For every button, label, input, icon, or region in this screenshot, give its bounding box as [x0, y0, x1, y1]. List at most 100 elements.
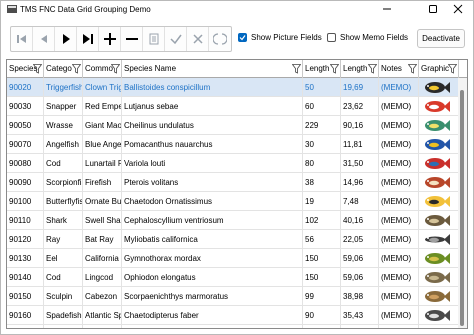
last-record-button[interactable] [77, 27, 100, 51]
table-cell[interactable]: Blue Angel [83, 135, 122, 154]
table-cell[interactable]: Chaetodon Ornatissimus [122, 192, 303, 211]
refresh-button[interactable] [209, 27, 231, 51]
table-row[interactable]: 90090 Scorpionfis Firefish Pterois volitans… [7, 173, 459, 192]
table-cell[interactable]: California M [83, 249, 122, 268]
table-cell[interactable]: 59,06 [341, 268, 379, 287]
column-header[interactable]: Commo [83, 60, 122, 78]
graphic-cell[interactable] [419, 287, 459, 306]
graphic-cell[interactable] [419, 230, 459, 249]
filter-icon[interactable] [33, 64, 42, 74]
table-cell[interactable]: Butterflyfis [44, 192, 83, 211]
table-cell[interactable]: 90100 [7, 192, 44, 211]
table-cell[interactable]: 90050 [7, 116, 44, 135]
table-row[interactable]: 90170SharkNurse SharGinglymostoma cirrat… [7, 325, 459, 328]
table-cell[interactable]: 90150 [7, 287, 44, 306]
table-cell[interactable]: 35,43 [341, 306, 379, 325]
graphic-cell[interactable] [419, 154, 459, 173]
table-cell[interactable]: Nurse Shar [83, 325, 122, 328]
table-cell[interactable]: (MEMO) [379, 173, 419, 192]
table-cell[interactable]: 90140 [7, 268, 44, 287]
scrollbar-thumb[interactable] [460, 90, 464, 326]
table-cell[interactable]: Clown Trigg [83, 78, 122, 97]
table-cell[interactable]: Shark [44, 325, 83, 328]
table-cell[interactable]: Ophiodon elongatus [122, 268, 303, 287]
close-button[interactable] [444, 1, 472, 17]
table-cell[interactable]: (MEMO) [379, 287, 419, 306]
post-record-button[interactable] [165, 27, 188, 51]
table-cell[interactable]: Shark [44, 211, 83, 230]
table-cell[interactable]: Giant Maor [83, 116, 122, 135]
vertical-scrollbar[interactable] [458, 78, 467, 328]
table-cell[interactable]: (MEMO) [379, 211, 419, 230]
table-cell[interactable]: (MEMO) [379, 154, 419, 173]
table-row[interactable]: 90070 Angelfish Blue Angel Pomacanthus naua… [7, 135, 459, 154]
table-cell[interactable]: 90,16 [341, 116, 379, 135]
table-cell[interactable]: 90160 [7, 306, 44, 325]
deactivate-button[interactable]: Deactivate [417, 29, 465, 48]
checkbox-checked-icon[interactable] [238, 33, 247, 42]
table-cell[interactable]: 90030 [7, 97, 44, 116]
insert-record-button[interactable] [99, 27, 122, 51]
table-cell[interactable]: 40,16 [341, 211, 379, 230]
table-cell[interactable]: (MEMO) [379, 135, 419, 154]
table-cell[interactable]: Red Emper [83, 97, 122, 116]
table-cell[interactable]: 90110 [7, 211, 44, 230]
table-cell[interactable]: 90170 [7, 325, 44, 328]
table-cell[interactable]: (MEMO) [379, 192, 419, 211]
graphic-cell[interactable] [419, 135, 459, 154]
checkbox-unchecked-icon[interactable] [327, 33, 336, 42]
table-cell[interactable]: Sculpin [44, 287, 83, 306]
column-header[interactable]: Species Name [122, 60, 303, 78]
table-cell[interactable]: 90 [303, 306, 341, 325]
filter-icon[interactable] [330, 64, 339, 74]
table-cell[interactable]: Wrasse [44, 116, 83, 135]
table-cell[interactable]: 60 [303, 97, 341, 116]
table-cell[interactable]: 150 [303, 268, 341, 287]
graphic-cell[interactable] [419, 249, 459, 268]
delete-record-button[interactable] [121, 27, 144, 51]
table-cell[interactable]: Ginglymostoma cirratum [122, 325, 303, 328]
column-header[interactable]: Notes [379, 60, 419, 78]
table-cell[interactable]: (MEMO) [379, 116, 419, 135]
table-row[interactable]: 90160 Spadefish Atlantic Sp Chaetodipterus … [7, 306, 459, 325]
table-cell[interactable]: (MEMO) [379, 249, 419, 268]
edit-record-button[interactable] [143, 27, 166, 51]
table-cell[interactable]: Cabezon [83, 287, 122, 306]
graphic-cell[interactable] [419, 268, 459, 287]
table-cell[interactable]: Bat Ray [83, 230, 122, 249]
table-cell[interactable]: 157,48 [341, 325, 379, 328]
filter-icon[interactable] [448, 64, 457, 74]
table-cell[interactable]: Myliobatis californica [122, 230, 303, 249]
table-cell[interactable]: 90080 [7, 154, 44, 173]
table-cell[interactable]: Cheilinus undulatus [122, 116, 303, 135]
graphic-cell[interactable] [419, 192, 459, 211]
table-cell[interactable]: 7,48 [341, 192, 379, 211]
table-cell[interactable]: (MEMO) [379, 230, 419, 249]
table-cell[interactable]: Snapper [44, 97, 83, 116]
table-cell[interactable]: 90130 [7, 249, 44, 268]
table-cell[interactable]: Gymnothorax mordax [122, 249, 303, 268]
maximize-button[interactable] [419, 1, 447, 17]
table-cell[interactable]: 14,96 [341, 173, 379, 192]
filter-icon[interactable] [408, 64, 417, 74]
table-cell[interactable]: Lutjanus sebae [122, 97, 303, 116]
first-record-button[interactable] [11, 27, 34, 51]
table-cell[interactable]: 99 [303, 287, 341, 306]
table-cell[interactable]: 59,06 [341, 249, 379, 268]
table-cell[interactable]: Angelfish [44, 135, 83, 154]
table-cell[interactable]: 90120 [7, 230, 44, 249]
table-row[interactable]: 90110SharkSwell SharkCephaloscyllium ven… [7, 211, 459, 230]
graphic-cell[interactable] [419, 78, 459, 97]
filter-icon[interactable] [368, 64, 377, 74]
column-header[interactable]: Length [341, 60, 379, 78]
filter-icon[interactable] [111, 64, 120, 74]
table-cell[interactable]: (MEMO) [379, 306, 419, 325]
table-cell[interactable]: (MEMO) [379, 97, 419, 116]
table-cell[interactable]: Swell Shark [83, 211, 122, 230]
table-row[interactable]: 90140 Cod Lingcod Ophiodon elongatus 150 59,0… [7, 268, 459, 287]
table-cell[interactable]: 80 [303, 154, 341, 173]
table-cell[interactable]: 11,81 [341, 135, 379, 154]
graphic-cell[interactable] [419, 173, 459, 192]
column-header[interactable]: Species [7, 60, 44, 78]
cancel-record-button[interactable] [187, 27, 210, 51]
